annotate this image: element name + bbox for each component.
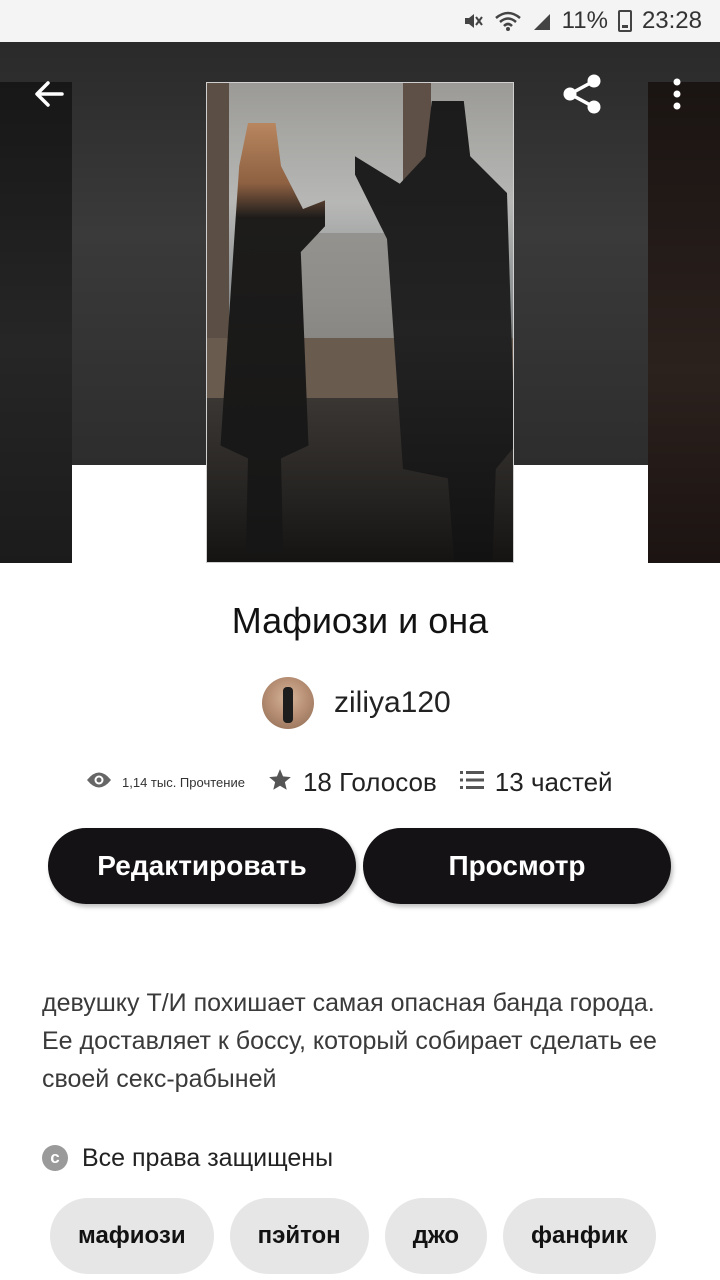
tag-chip[interactable]: пэйтон [229, 1198, 369, 1274]
tag-chip[interactable]: мафиози [50, 1198, 214, 1274]
parts-stat[interactable]: 13 частей [459, 767, 613, 798]
story-details-screen: 11% 23:28 Мафиози и она ziliya120 1,14 т… [0, 0, 720, 1280]
copyright-text: Все права защищены [82, 1143, 334, 1172]
author-link[interactable]: ziliya120 [262, 676, 451, 730]
story-cover-image[interactable] [206, 82, 514, 563]
author-name[interactable]: ziliya120 [334, 686, 451, 720]
list-icon [459, 769, 485, 796]
cover-header [0, 42, 720, 563]
share-button[interactable] [559, 70, 607, 118]
votes-count: 18 Голосов [302, 766, 437, 797]
more-vertical-icon [671, 77, 683, 111]
tag-list: мафиози пэйтон джо фанфик [50, 1198, 656, 1274]
mute-icon [462, 10, 484, 32]
votes-stat: 18 Голосов [267, 767, 459, 798]
previous-cover[interactable] [0, 82, 72, 563]
wifi-icon [494, 10, 522, 32]
clock: 23:28 [641, 7, 702, 34]
signal-icon [532, 10, 552, 32]
avatar[interactable] [262, 677, 314, 729]
parts-count[interactable]: 13 частей [495, 767, 613, 798]
reads-stat: 1,14 тыс. Прочтение [86, 771, 267, 794]
share-icon [561, 72, 605, 116]
story-stats: 1,14 тыс. Прочтение 18 Голосов 13 частей [86, 760, 613, 804]
back-button[interactable] [25, 70, 73, 118]
star-icon [267, 767, 293, 798]
edit-button[interactable]: Редактировать [48, 828, 356, 904]
battery-icon [617, 10, 632, 32]
more-menu-button[interactable] [653, 70, 701, 118]
copyright-icon: c [42, 1145, 68, 1171]
battery-level: 11% [561, 7, 608, 34]
story-description: девушку Т/И похишает самая опасная банда… [42, 989, 657, 1093]
status-bar: 11% 23:28 [0, 0, 720, 42]
tag-chip[interactable]: джо [384, 1198, 487, 1274]
copyright-notice: c Все права защищены [42, 1138, 333, 1178]
story-title: Мафиози и она [231, 600, 489, 641]
eye-icon [86, 771, 112, 794]
arrow-left-icon [32, 77, 66, 111]
view-button[interactable]: Просмотр [363, 828, 671, 904]
tag-chip[interactable]: фанфик [503, 1198, 656, 1274]
next-cover[interactable] [648, 82, 720, 563]
reads-count: 1,14 тыс. Прочтение [122, 774, 245, 790]
